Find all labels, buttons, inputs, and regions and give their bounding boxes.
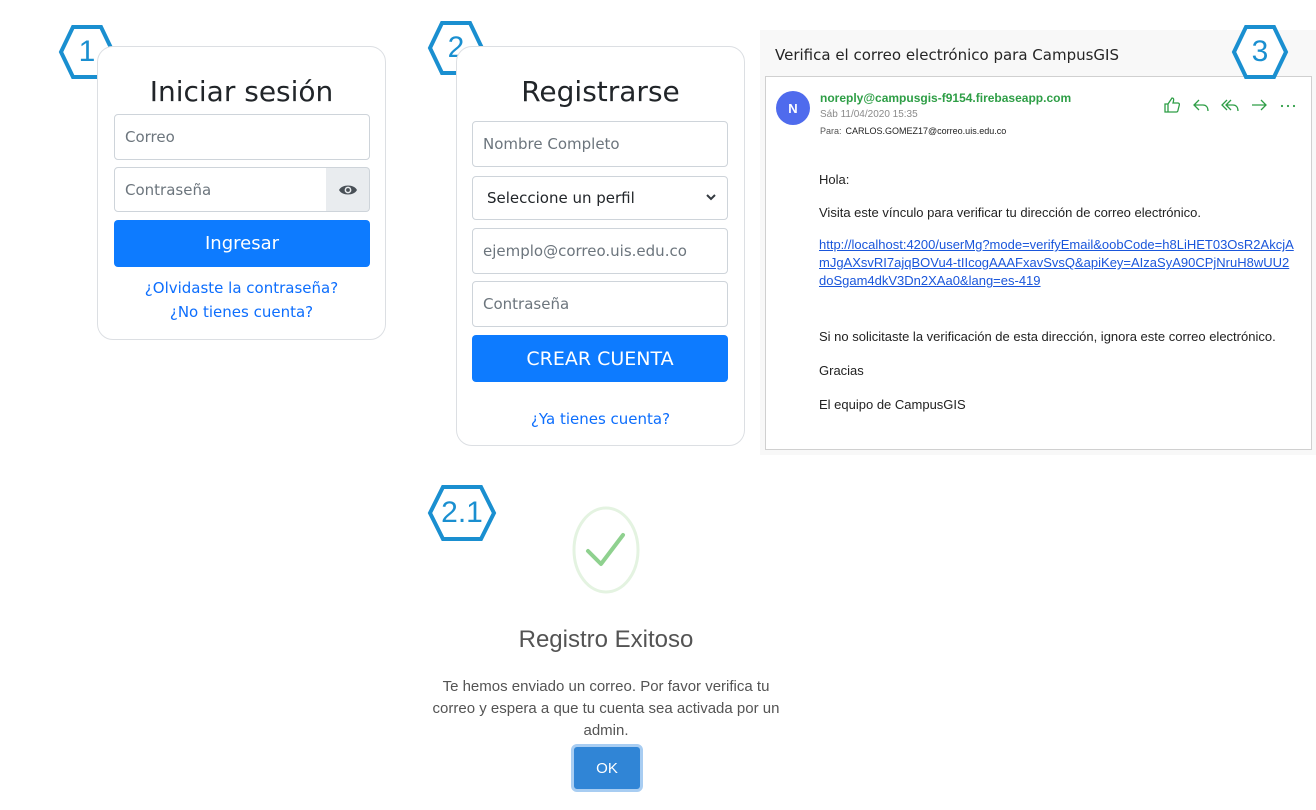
recipient-address: CARLOS.GOMEZ17@correo.uis.edu.co bbox=[845, 126, 1007, 136]
email-greeting: Hola: bbox=[819, 172, 850, 187]
profile-select[interactable]: Seleccione un perfil bbox=[472, 176, 728, 220]
step-badge-2-1-label: 2.1 bbox=[441, 496, 483, 529]
email-subject: Verifica el correo electrónico para Camp… bbox=[775, 46, 1119, 64]
email-date: Sáb 11/04/2020 15:35 bbox=[820, 109, 918, 120]
step-badge-2-1: 2.1 bbox=[427, 484, 497, 542]
ok-button[interactable]: OK bbox=[571, 744, 643, 792]
profile-select-value: Seleccione un perfil bbox=[487, 189, 635, 207]
step-badge-3: 3 bbox=[1231, 24, 1289, 80]
have-account-link[interactable]: ¿Ya tienes cuenta? bbox=[457, 410, 744, 428]
login-password-input[interactable] bbox=[114, 167, 327, 212]
email-actions bbox=[1163, 97, 1297, 113]
step-badge-3-label: 3 bbox=[1251, 35, 1269, 68]
reply-icon[interactable] bbox=[1192, 97, 1210, 113]
no-account-link[interactable]: ¿No tienes cuenta? bbox=[98, 303, 385, 321]
show-password-button[interactable] bbox=[326, 167, 370, 212]
forgot-password-link[interactable]: ¿Olvidaste la contraseña? bbox=[98, 279, 385, 297]
login-title: Iniciar sesión bbox=[149, 75, 334, 108]
success-title: Registro Exitoso bbox=[518, 626, 694, 653]
login-email-input[interactable] bbox=[114, 114, 370, 160]
eye-icon bbox=[338, 185, 357, 194]
register-card: Registrarse Seleccione un perfil CREAR C… bbox=[456, 46, 745, 446]
email-message: N noreply@campusgis-f9154.firebaseapp.co… bbox=[765, 76, 1312, 450]
email-sender[interactable]: noreply@campusgis-f9154.firebaseapp.com bbox=[820, 91, 1071, 105]
login-submit-button[interactable]: Ingresar bbox=[114, 220, 370, 267]
to-label: Para: bbox=[820, 126, 842, 136]
register-password-input[interactable] bbox=[472, 281, 728, 327]
register-email-input[interactable] bbox=[472, 228, 728, 274]
chevron-down-icon bbox=[706, 194, 716, 201]
forward-icon[interactable] bbox=[1250, 97, 1268, 113]
sender-avatar: N bbox=[776, 91, 810, 125]
email-thanks: Gracias bbox=[819, 363, 864, 378]
thumbs-up-icon[interactable] bbox=[1163, 97, 1181, 113]
email-recipient: Para: CARLOS.GOMEZ17@correo.uis.edu.co bbox=[820, 126, 1006, 136]
email-line-1: Visita este vínculo para verificar tu di… bbox=[819, 205, 1202, 220]
more-icon[interactable] bbox=[1279, 97, 1297, 113]
success-message: Te hemos enviado un correo. Por favor ve… bbox=[432, 678, 780, 739]
create-account-button[interactable]: CREAR CUENTA bbox=[472, 335, 728, 382]
login-card: Iniciar sesión Ingresar ¿Olvidaste la co… bbox=[97, 46, 386, 340]
full-name-input[interactable] bbox=[472, 121, 728, 167]
reply-all-icon[interactable] bbox=[1221, 97, 1239, 113]
success-check-icon bbox=[572, 506, 640, 594]
register-title: Registrarse bbox=[521, 75, 680, 108]
email-signature: El equipo de CampusGIS bbox=[819, 397, 966, 412]
verification-link[interactable]: http://localhost:4200/userMg?mode=verify… bbox=[819, 236, 1294, 290]
verification-email-pane: Verifica el correo electrónico para Camp… bbox=[760, 30, 1316, 455]
email-line-2: Si no solicitaste la verificación de est… bbox=[819, 329, 1276, 344]
